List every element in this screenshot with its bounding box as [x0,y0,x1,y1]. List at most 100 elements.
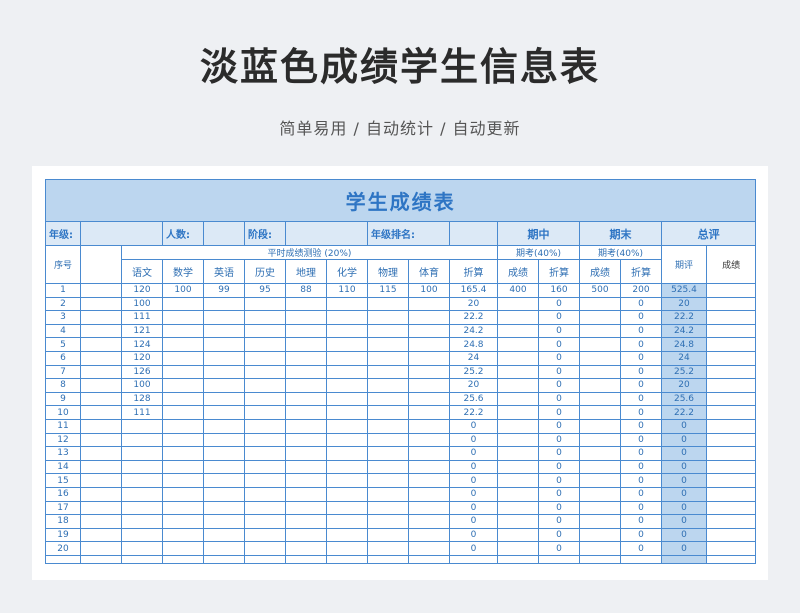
subject-score-cell[interactable] [162,378,204,393]
midterm-score-cell[interactable] [497,432,539,448]
subject-score-cell[interactable] [203,500,245,516]
name-cell[interactable] [80,446,122,461]
name-cell[interactable] [80,459,122,475]
subject-score-cell[interactable] [285,432,327,448]
subject-score-cell[interactable] [285,473,327,488]
subject-score-cell[interactable] [326,459,368,475]
subject-score-cell[interactable] [285,446,327,461]
subject-score-cell[interactable] [326,310,368,325]
subject-score-cell[interactable] [408,500,450,516]
final-score-cell[interactable] [579,405,621,420]
subject-score-cell[interactable] [203,405,245,420]
midterm-score-cell[interactable] [497,405,539,420]
midterm-score-cell[interactable]: 400 [497,283,539,298]
name-cell[interactable] [80,323,122,339]
final-score-cell[interactable] [579,473,621,488]
subject-score-cell[interactable] [121,500,163,516]
subject-score-cell[interactable]: 100 [121,378,163,393]
subject-score-cell[interactable] [244,310,286,325]
subject-score-cell[interactable] [408,473,450,488]
midterm-score-cell[interactable] [497,323,539,339]
subject-score-cell[interactable] [244,514,286,529]
subject-score-cell[interactable] [408,350,450,366]
subject-score-cell[interactable] [162,337,204,352]
stage-value-cell[interactable] [285,221,368,246]
subject-score-cell[interactable] [285,364,327,380]
subject-score-cell[interactable] [326,296,368,312]
name-cell[interactable] [80,378,122,393]
name-cell[interactable] [80,514,122,529]
subject-score-cell[interactable] [408,323,450,339]
midterm-score-cell[interactable] [497,473,539,488]
subject-score-cell[interactable] [285,350,327,366]
count-value-cell[interactable] [203,221,245,246]
subject-score-cell[interactable] [408,418,450,434]
subject-score-cell[interactable] [326,378,368,393]
subject-score-cell[interactable]: 120 [121,283,163,298]
subject-score-cell[interactable] [203,459,245,475]
subject-score-cell[interactable] [285,500,327,516]
subject-score-cell[interactable] [285,323,327,339]
subject-score-cell[interactable] [162,310,204,325]
subject-score-cell[interactable] [367,500,409,516]
midterm-score-cell[interactable] [497,350,539,366]
final-score-cell[interactable] [579,350,621,366]
subject-score-cell[interactable] [244,418,286,434]
subject-score-cell[interactable] [203,310,245,325]
subject-score-cell[interactable] [367,446,409,461]
final-score-cell[interactable] [579,418,621,434]
subject-score-cell[interactable] [408,296,450,312]
subject-score-cell[interactable] [203,418,245,434]
subject-score-cell[interactable] [203,541,245,556]
subject-score-cell[interactable] [408,391,450,407]
final-score-cell[interactable] [579,432,621,448]
subject-score-cell[interactable] [162,486,204,502]
subject-score-cell[interactable] [367,405,409,420]
subject-score-cell[interactable] [367,310,409,325]
subject-score-cell[interactable] [285,296,327,312]
subject-score-cell[interactable] [408,446,450,461]
subject-score-cell[interactable] [121,486,163,502]
name-cell[interactable] [80,391,122,407]
subject-score-cell[interactable]: 99 [203,283,245,298]
name-cell[interactable] [80,486,122,502]
subject-score-cell[interactable] [408,378,450,393]
subject-score-cell[interactable] [162,446,204,461]
subject-score-cell[interactable]: 126 [121,364,163,380]
subject-score-cell[interactable] [326,418,368,434]
subject-score-cell[interactable] [244,364,286,380]
rank-value-cell[interactable] [449,221,498,246]
subject-score-cell[interactable]: 100 [162,283,204,298]
final-score-cell[interactable] [579,541,621,556]
midterm-score-cell[interactable] [497,541,539,556]
name-cell[interactable] [80,418,122,434]
subject-score-cell[interactable] [408,310,450,325]
subject-score-cell[interactable] [367,527,409,543]
subject-score-cell[interactable] [367,514,409,529]
subject-score-cell[interactable] [326,500,368,516]
final-score-cell[interactable] [579,364,621,380]
name-cell[interactable] [80,310,122,325]
subject-score-cell[interactable] [162,391,204,407]
subject-score-cell[interactable] [367,432,409,448]
subject-score-cell[interactable] [244,391,286,407]
subject-score-cell[interactable] [244,541,286,556]
subject-score-cell[interactable] [162,350,204,366]
midterm-score-cell[interactable] [497,296,539,312]
subject-score-cell[interactable] [244,296,286,312]
subject-score-cell[interactable] [285,527,327,543]
subject-score-cell[interactable] [326,350,368,366]
subject-score-cell[interactable] [203,514,245,529]
subject-score-cell[interactable] [162,514,204,529]
subject-score-cell[interactable] [244,446,286,461]
subject-score-cell[interactable] [408,432,450,448]
subject-score-cell[interactable] [244,350,286,366]
subject-score-cell[interactable] [203,391,245,407]
subject-score-cell[interactable] [244,432,286,448]
subject-score-cell[interactable] [285,378,327,393]
subject-score-cell[interactable] [162,418,204,434]
midterm-score-cell[interactable] [497,378,539,393]
subject-score-cell[interactable] [367,486,409,502]
subject-score-cell[interactable] [326,527,368,543]
final-score-cell[interactable] [579,527,621,543]
